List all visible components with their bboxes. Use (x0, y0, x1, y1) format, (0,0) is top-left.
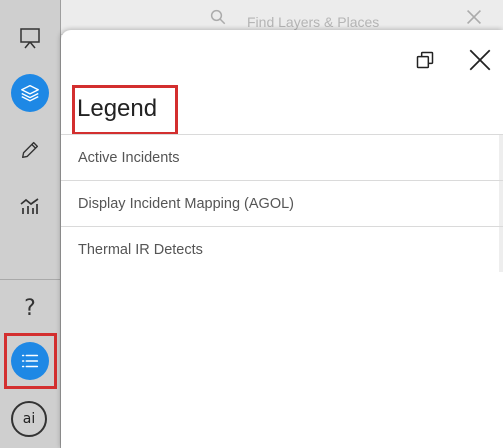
legend-item-label: Thermal IR Detects (78, 241, 203, 258)
legend-panel: Legend Active Incidents Display Incident… (61, 30, 503, 448)
draw-button[interactable] (10, 130, 50, 170)
analytics-button[interactable] (10, 186, 50, 226)
row-edge (499, 135, 503, 180)
legend-item[interactable]: Display Incident Mapping (AGOL) (61, 180, 503, 226)
pencil-icon (21, 141, 39, 159)
left-toolbar: ? ai (0, 0, 61, 448)
restore-button[interactable] (410, 45, 440, 75)
legend-item-label: Display Incident Mapping (AGOL) (78, 195, 294, 212)
panel-title: Legend (77, 95, 158, 122)
toolbar-divider (0, 279, 60, 280)
analytics-icon (20, 198, 39, 214)
restore-window-icon (416, 51, 434, 69)
ai-icon: ai (22, 411, 36, 427)
legend-list-icon (21, 354, 39, 368)
legend-item-label: Active Incidents (78, 149, 180, 166)
close-button[interactable] (463, 43, 497, 77)
legend-button[interactable] (11, 342, 49, 380)
legend-item[interactable]: Active Incidents (61, 134, 503, 180)
legend-item[interactable]: Thermal IR Detects (61, 226, 503, 272)
row-edge (499, 227, 503, 272)
search-clear-icon[interactable] (463, 6, 485, 28)
search-icon (210, 9, 226, 25)
search-input[interactable]: Find Layers & Places (247, 14, 379, 30)
layers-button[interactable] (11, 74, 49, 112)
presentation-button[interactable] (10, 18, 50, 58)
ai-button[interactable]: ai (11, 401, 47, 437)
presentation-icon (20, 28, 40, 49)
row-edge (499, 181, 503, 226)
layers-icon (21, 84, 39, 102)
help-icon: ? (24, 295, 36, 321)
close-icon (469, 49, 491, 71)
help-button[interactable]: ? (10, 288, 50, 328)
